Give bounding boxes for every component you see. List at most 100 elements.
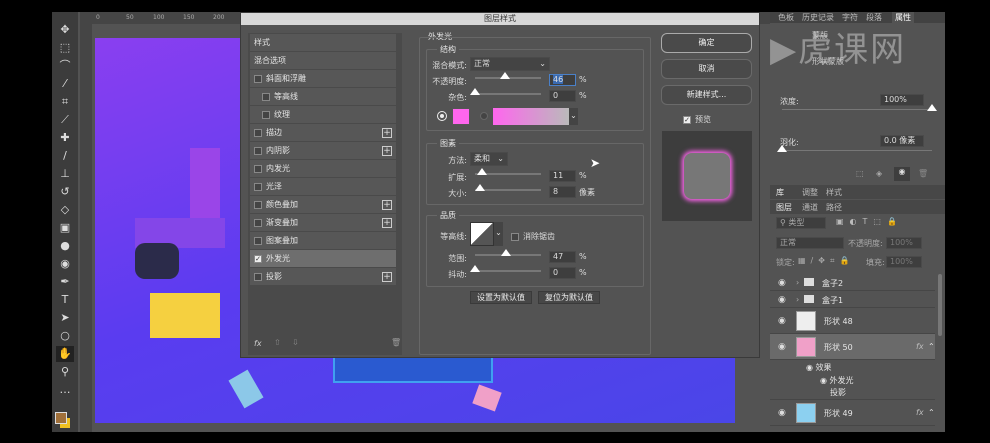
- add-effect-icon[interactable]: +: [382, 200, 392, 210]
- blur-tool-icon[interactable]: ●: [56, 238, 74, 254]
- style-checkbox[interactable]: [254, 164, 262, 173]
- ellipse-tool-icon[interactable]: ○: [56, 328, 74, 344]
- feather-input[interactable]: 0.0 像素: [880, 135, 924, 147]
- tab-styles[interactable]: 样式: [826, 187, 842, 198]
- fx-badge[interactable]: fx: [916, 408, 924, 417]
- glow-gradient-picker[interactable]: [493, 108, 569, 125]
- noise-slider[interactable]: [470, 88, 541, 95]
- foreground-color-swatch[interactable]: [55, 412, 67, 424]
- gradient-tool-icon[interactable]: ▣: [56, 220, 74, 236]
- contour-chevron-icon[interactable]: ⌄: [494, 222, 503, 246]
- effect-row[interactable]: 投影: [830, 387, 846, 398]
- layer-row[interactable]: ◉ 形状 48: [770, 308, 935, 334]
- delete-mask-icon[interactable]: 🗑: [918, 169, 928, 178]
- style-checkbox[interactable]: [254, 218, 262, 227]
- contour-picker[interactable]: [470, 222, 494, 246]
- add-effect-icon[interactable]: +: [382, 218, 392, 228]
- crop-tool-icon[interactable]: ⌗: [56, 94, 74, 110]
- spread-slider-thumb[interactable]: [477, 168, 488, 175]
- apply-mask-icon[interactable]: ◈: [876, 169, 882, 178]
- lasso-tool-icon[interactable]: ⌒: [56, 58, 74, 74]
- hand-tool-icon[interactable]: ✋: [56, 346, 74, 362]
- pen-tool-icon[interactable]: ✒: [56, 274, 74, 290]
- method-select[interactable]: 柔和 ⌄: [470, 152, 508, 166]
- jitter-slider[interactable]: [470, 265, 541, 272]
- healing-tool-icon[interactable]: ✚: [56, 130, 74, 146]
- style-item[interactable]: 描边 +: [250, 124, 396, 141]
- move-down-icon[interactable]: ⇩: [292, 338, 299, 347]
- add-effect-icon[interactable]: +: [382, 146, 392, 156]
- opacity-slider[interactable]: [475, 72, 541, 79]
- reset-default-button[interactable]: 复位为默认值: [538, 291, 600, 304]
- style-checkbox[interactable]: [262, 92, 270, 101]
- filter-icons[interactable]: ▣◐T⬚🔒: [836, 217, 903, 226]
- add-effect-icon[interactable]: +: [382, 272, 392, 282]
- range-slider-thumb[interactable]: [501, 249, 512, 256]
- style-item[interactable]: 内发光: [250, 160, 396, 177]
- effects-row[interactable]: ◉ 效果: [806, 362, 832, 373]
- move-tool-icon[interactable]: ✥: [56, 22, 74, 38]
- style-item[interactable]: 光泽: [250, 178, 396, 195]
- blend-mode-select[interactable]: 正常 ⌄: [470, 57, 550, 71]
- layer-opacity-input[interactable]: 100%: [886, 237, 922, 249]
- layer-filter-select[interactable]: ⚲ 类型: [776, 217, 826, 229]
- blending-options-item[interactable]: 混合选项: [250, 52, 396, 69]
- fx-button[interactable]: fx: [254, 339, 262, 348]
- style-checkbox[interactable]: [262, 110, 270, 119]
- opacity-input[interactable]: 46: [549, 74, 576, 86]
- collapse-chevron-icon[interactable]: ⌃: [928, 408, 935, 417]
- brush-tool-icon[interactable]: /: [56, 148, 74, 164]
- zoom-tool-icon[interactable]: ⚲: [56, 364, 74, 380]
- blend-mode-dropdown[interactable]: 正常: [776, 237, 844, 249]
- style-item[interactable]: 颜色叠加 +: [250, 196, 396, 213]
- layer-row[interactable]: ◉ › 盒子2: [770, 274, 935, 291]
- range-slider[interactable]: [475, 249, 541, 256]
- path-select-tool-icon[interactable]: ➤: [56, 310, 74, 326]
- eye-icon[interactable]: ◉: [778, 316, 786, 326]
- more-tools-icon[interactable]: …: [56, 382, 74, 398]
- set-default-button[interactable]: 设置为默认值: [470, 291, 532, 304]
- expand-chevron-icon[interactable]: ›: [796, 278, 799, 287]
- style-checkbox[interactable]: ✓: [254, 254, 262, 263]
- style-checkbox[interactable]: [254, 200, 262, 209]
- eraser-tool-icon[interactable]: ◇: [56, 202, 74, 218]
- style-checkbox[interactable]: [254, 146, 262, 155]
- visibility-icon[interactable]: ◉: [894, 167, 910, 181]
- style-item[interactable]: 内阴影 +: [250, 142, 396, 159]
- selection-icon[interactable]: ⬚: [856, 169, 864, 178]
- density-slider[interactable]: [782, 104, 937, 111]
- collapse-chevron-icon[interactable]: ⌃: [928, 342, 935, 351]
- layer-row[interactable]: ◉ › 盒子1: [770, 291, 935, 308]
- type-tool-icon[interactable]: T: [56, 292, 74, 308]
- history-brush-tool-icon[interactable]: ↺: [56, 184, 74, 200]
- ok-button[interactable]: 确定: [661, 33, 752, 53]
- style-item[interactable]: 投影 +: [250, 268, 396, 285]
- feather-slider[interactable]: [777, 145, 932, 152]
- gradient-dropdown-chevron-icon[interactable]: ⌄: [569, 108, 578, 125]
- style-item[interactable]: 图案叠加: [250, 232, 396, 249]
- tab-adjustments[interactable]: 调整: [802, 187, 818, 198]
- noise-slider-thumb[interactable]: [470, 88, 480, 95]
- opacity-slider-thumb[interactable]: [500, 72, 511, 79]
- eye-icon[interactable]: ◉: [778, 278, 786, 288]
- tab-layers[interactable]: 图层: [776, 202, 792, 213]
- feather-slider-thumb[interactable]: [777, 145, 787, 152]
- style-checkbox[interactable]: [254, 236, 262, 245]
- layer-row[interactable]: ◉ 形状 49 fx ⌃: [770, 400, 935, 426]
- eyedropper-tool-icon[interactable]: ⟋: [56, 112, 74, 128]
- gradient-radio[interactable]: [480, 112, 488, 120]
- jitter-input[interactable]: 0: [549, 267, 576, 279]
- spread-input[interactable]: 11: [549, 170, 576, 182]
- style-checkbox[interactable]: [254, 182, 262, 191]
- trash-icon[interactable]: 🗑: [391, 338, 401, 347]
- layer-row[interactable]: ◉ 形状 50 fx ⌃: [770, 334, 935, 360]
- stamp-tool-icon[interactable]: ⊥: [56, 166, 74, 182]
- eye-icon[interactable]: ◉: [778, 295, 786, 305]
- antialias-checkbox[interactable]: 消除锯齿: [511, 231, 555, 242]
- effect-row[interactable]: ◉ 外发光: [820, 375, 854, 386]
- eye-icon[interactable]: ◉: [778, 342, 786, 352]
- density-input[interactable]: 100%: [880, 94, 924, 106]
- style-item[interactable]: 渐变叠加 +: [250, 214, 396, 231]
- jitter-slider-thumb[interactable]: [470, 265, 480, 272]
- style-item[interactable]: 等高线: [250, 88, 396, 105]
